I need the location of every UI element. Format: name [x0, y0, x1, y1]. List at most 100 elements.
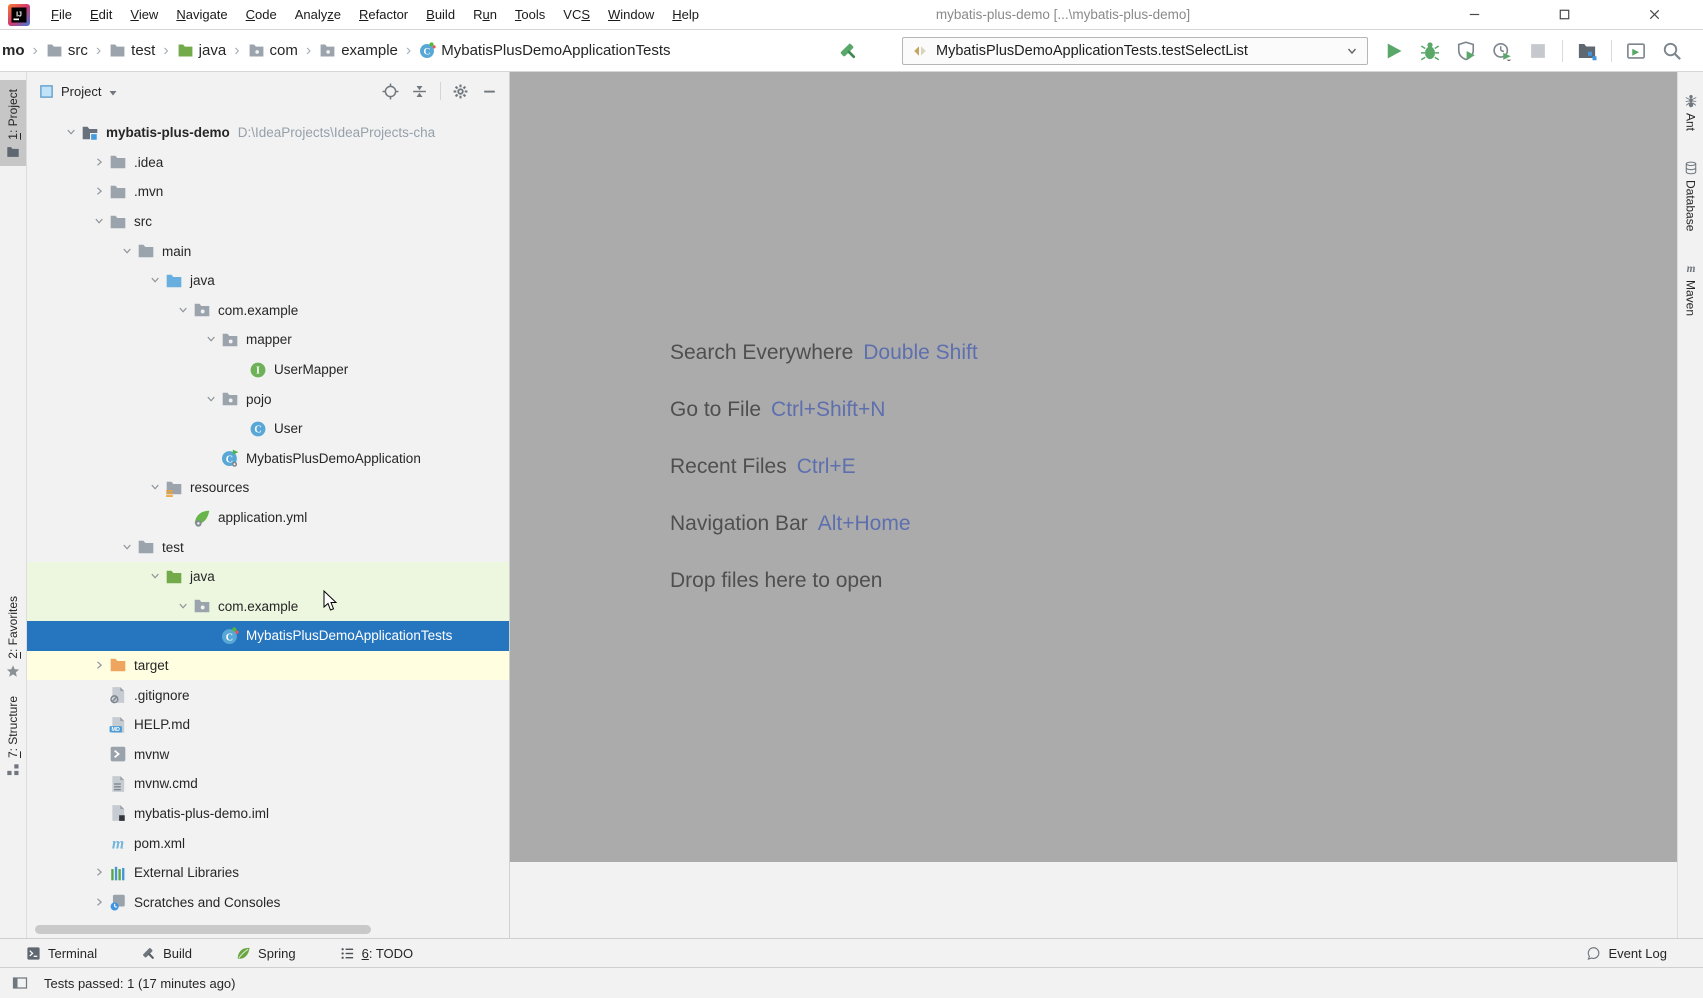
- hide-button[interactable]: [481, 82, 499, 100]
- chevron-expanded-icon[interactable]: [201, 333, 221, 346]
- menu-navigate[interactable]: Navigate: [167, 0, 236, 29]
- tree-item-resources[interactable]: resources: [27, 473, 509, 503]
- tree-item-mapper[interactable]: mapper: [27, 325, 509, 355]
- build-project-button[interactable]: [836, 39, 860, 63]
- tree-item-idea[interactable]: .idea: [27, 148, 509, 178]
- chevron-collapsed-icon[interactable]: [89, 896, 109, 909]
- folder-tab-icon: [6, 145, 20, 159]
- event-log-button[interactable]: Event Log: [1586, 946, 1667, 961]
- tool-window-tab-maven[interactable]: mMaven: [1684, 261, 1698, 316]
- breadcrumb-item-example[interactable]: example: [319, 42, 398, 59]
- menu-code[interactable]: Code: [237, 0, 286, 29]
- tree-item-com-example[interactable]: com.example: [27, 592, 509, 622]
- breadcrumb-item-mybatisplusdemoapplicationtests[interactable]: CMybatisPlusDemoApplicationTests: [419, 42, 670, 59]
- menu-build[interactable]: Build: [417, 0, 464, 29]
- chevron-down-icon[interactable]: [108, 86, 118, 96]
- tree-item-help-md[interactable]: MDHELP.md: [27, 710, 509, 740]
- tree-item-mybatisplusdemoapplicationtests[interactable]: CMybatisPlusDemoApplicationTests: [27, 621, 509, 651]
- menu-run[interactable]: Run: [464, 0, 506, 29]
- run-button[interactable]: [1382, 39, 1406, 63]
- chevron-collapsed-icon[interactable]: [89, 659, 109, 672]
- profiler-button[interactable]: [1490, 39, 1514, 63]
- file-lines-icon: [109, 775, 127, 793]
- chevron-collapsed-icon[interactable]: [89, 866, 109, 879]
- breadcrumb-item-test[interactable]: test: [109, 42, 155, 59]
- tree-item-mvnw[interactable]: mvnw: [27, 739, 509, 769]
- tool-window-tab-ant[interactable]: Ant: [1684, 94, 1698, 131]
- bottom-tool-stripe: Terminal Build Spring 6: TODO Event Log: [0, 938, 1703, 967]
- chevron-collapsed-icon[interactable]: [89, 185, 109, 198]
- maximize-button[interactable]: [1553, 4, 1575, 26]
- chevron-expanded-icon[interactable]: [117, 245, 137, 258]
- tree-item-pom-xml[interactable]: mpom.xml: [27, 828, 509, 858]
- tree-item-test[interactable]: test: [27, 532, 509, 562]
- tree-item-gitignore[interactable]: .gitignore: [27, 680, 509, 710]
- tree-item-main[interactable]: main: [27, 236, 509, 266]
- menu-view[interactable]: View: [121, 0, 167, 29]
- chevron-expanded-icon[interactable]: [145, 481, 165, 494]
- breadcrumb-item-mo[interactable]: mo: [2, 42, 25, 59]
- tree-item-mybatisplusdemoapplication[interactable]: CMybatisPlusDemoApplication: [27, 444, 509, 474]
- breadcrumb-separator: ›: [163, 42, 168, 60]
- tree-item-target[interactable]: target: [27, 651, 509, 681]
- tree-item-application-yml[interactable]: application.yml: [27, 503, 509, 533]
- folder-icon: [137, 538, 155, 556]
- tree-item-src[interactable]: src: [27, 207, 509, 237]
- tree-item-usermapper[interactable]: IUserMapper: [27, 355, 509, 385]
- search-everywhere-button[interactable]: [1660, 39, 1684, 63]
- tree-item-pojo[interactable]: pojo: [27, 384, 509, 414]
- chevron-expanded-icon[interactable]: [117, 541, 137, 554]
- project-panel-title[interactable]: Project: [61, 84, 101, 99]
- project-structure-button[interactable]: [1575, 39, 1599, 63]
- breadcrumb-item-java[interactable]: java: [177, 42, 227, 59]
- tree-item-mybatis-plus-demo-iml[interactable]: mybatis-plus-demo.iml: [27, 799, 509, 829]
- close-button[interactable]: [1643, 4, 1665, 26]
- tree-item-scratches-and-consoles[interactable]: Scratches and Consoles: [27, 887, 509, 917]
- tool-window-tab-terminal[interactable]: Terminal: [26, 946, 97, 961]
- tool-window-tab-spring[interactable]: Spring: [236, 946, 296, 961]
- menu-help[interactable]: Help: [663, 0, 708, 29]
- tool-window-tab-build[interactable]: Build: [141, 946, 192, 961]
- menu-refactor[interactable]: Refactor: [350, 0, 417, 29]
- tree-item-com-example[interactable]: com.example: [27, 296, 509, 326]
- chevron-expanded-icon[interactable]: [61, 126, 81, 139]
- chevron-expanded-icon[interactable]: [201, 393, 221, 406]
- tree-item-java[interactable]: java: [27, 562, 509, 592]
- chevron-expanded-icon[interactable]: [173, 304, 193, 317]
- menu-edit[interactable]: Edit: [81, 0, 121, 29]
- menu-vcs[interactable]: VCS: [554, 0, 599, 29]
- run-with-coverage-button[interactable]: [1454, 39, 1478, 63]
- tree-item-external-libraries[interactable]: External Libraries: [27, 858, 509, 888]
- tree-item-user[interactable]: CUser: [27, 414, 509, 444]
- locate-file-button[interactable]: [382, 82, 400, 100]
- settings-button[interactable]: [452, 82, 470, 100]
- debug-button[interactable]: [1418, 39, 1442, 63]
- menu-analyze[interactable]: Analyze: [286, 0, 350, 29]
- chevron-collapsed-icon[interactable]: [89, 156, 109, 169]
- tree-item-mvnw-cmd[interactable]: mvnw.cmd: [27, 769, 509, 799]
- run-configuration-select[interactable]: MybatisPlusDemoApplicationTests.testSele…: [902, 37, 1368, 65]
- menu-file[interactable]: File: [42, 0, 81, 29]
- chevron-expanded-icon[interactable]: [173, 600, 193, 613]
- tool-window-tab-2-favorites[interactable]: 2: Favorites: [6, 596, 20, 678]
- collapse-all-button[interactable]: [411, 82, 429, 100]
- run-anything-button[interactable]: [1624, 39, 1648, 63]
- tree-item-mybatis-plus-demo[interactable]: mybatis-plus-demoD:\IdeaProjects\IdeaPro…: [27, 118, 509, 148]
- tool-window-tab-database[interactable]: Database: [1684, 161, 1698, 231]
- breadcrumb-item-src[interactable]: src: [46, 42, 88, 59]
- menu-tools[interactable]: Tools: [506, 0, 554, 29]
- horizontal-scrollbar[interactable]: [35, 925, 371, 934]
- minimize-button[interactable]: [1463, 4, 1485, 26]
- tool-window-tab-1-project[interactable]: 1: Project: [0, 80, 26, 166]
- tool-window-tab-6-todo[interactable]: 6: TODO: [340, 946, 414, 961]
- tool-window-tab-label: Terminal: [48, 946, 97, 961]
- breadcrumb-item-com[interactable]: com: [248, 42, 298, 59]
- tool-window-tab-7-structure[interactable]: 7: Structure: [6, 696, 20, 777]
- tree-item-java[interactable]: java: [27, 266, 509, 296]
- tree-item-mvn[interactable]: .mvn: [27, 177, 509, 207]
- menu-window[interactable]: Window: [599, 0, 663, 29]
- chevron-expanded-icon[interactable]: [145, 570, 165, 583]
- chevron-expanded-icon[interactable]: [145, 274, 165, 287]
- tool-window-toggle-icon[interactable]: [12, 975, 28, 991]
- chevron-expanded-icon[interactable]: [89, 215, 109, 228]
